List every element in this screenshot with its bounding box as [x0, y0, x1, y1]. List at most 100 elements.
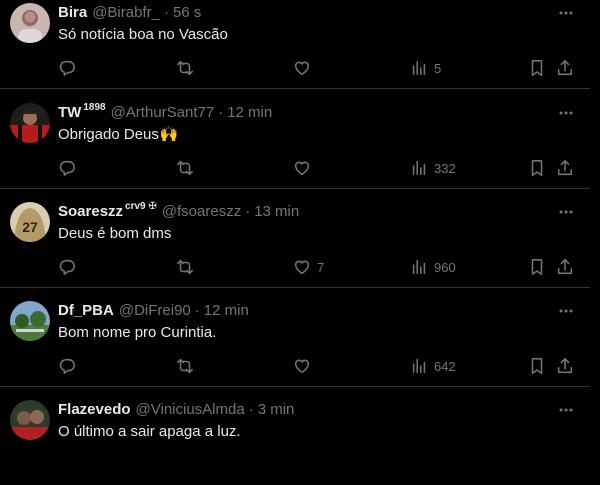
- separator: ·: [194, 302, 200, 319]
- share-icon: [557, 60, 573, 76]
- heart-icon: [294, 61, 310, 76]
- tweet[interactable]: Flazevedo @ViniciusAlmda · 3 min O últim…: [0, 387, 590, 485]
- author-name[interactable]: Df_PBA: [58, 301, 114, 321]
- share-button[interactable]: [556, 158, 574, 178]
- share-button[interactable]: [556, 58, 574, 78]
- like-button[interactable]: 7: [293, 257, 324, 277]
- views-icon: [412, 358, 426, 374]
- retweet-button[interactable]: [176, 356, 194, 376]
- retweet-icon: [177, 160, 193, 176]
- tweet[interactable]: Bira @Birabfr_ · 56 s Só notícia boa no …: [0, 0, 590, 89]
- tweet-text-content: Bom nome pro Curintia.: [58, 324, 217, 341]
- avatar[interactable]: [10, 301, 50, 341]
- retweet-icon: [177, 259, 193, 275]
- views-button[interactable]: 332: [410, 158, 456, 178]
- like-button[interactable]: [293, 58, 317, 78]
- retweet-button[interactable]: [176, 58, 194, 78]
- reply-button[interactable]: [58, 257, 76, 277]
- reply-button[interactable]: [58, 158, 76, 178]
- bookmark-button[interactable]: [528, 257, 546, 277]
- views-icon: [412, 259, 426, 275]
- name-badge: 1898: [83, 102, 106, 113]
- share-icon: [557, 259, 573, 275]
- like-button[interactable]: [293, 356, 317, 376]
- bookmark-button[interactable]: [528, 356, 546, 376]
- avatar[interactable]: [10, 400, 50, 440]
- author-name[interactable]: Soareszz: [58, 202, 123, 222]
- author-handle[interactable]: @DiFrei90: [119, 301, 191, 321]
- bookmark-button[interactable]: [528, 58, 546, 78]
- views-button[interactable]: 642: [410, 356, 456, 376]
- heart-icon: [294, 161, 310, 176]
- author-handle[interactable]: @ArthurSant77: [111, 103, 215, 123]
- more-icon[interactable]: [556, 3, 576, 23]
- tweet-text-content: Deus é bom dms: [58, 225, 172, 242]
- views-button[interactable]: 5: [410, 58, 441, 78]
- separator: ·: [248, 401, 254, 418]
- tweet-header: Soareszz crv9 ✠ @fsoareszz · 13 min: [58, 201, 299, 222]
- views-count: 642: [434, 358, 456, 374]
- share-button[interactable]: [556, 257, 574, 277]
- tweet-header: Bira @Birabfr_ · 56 s: [58, 3, 201, 23]
- avatar[interactable]: 27: [10, 202, 50, 242]
- views-count: 960: [434, 259, 456, 275]
- svg-text:27: 27: [22, 219, 38, 235]
- share-icon: [557, 160, 573, 176]
- reply-button[interactable]: [58, 356, 76, 376]
- tweet[interactable]: Df_PBA @DiFrei90 · 12 min Bom nome pro C…: [0, 288, 590, 387]
- retweet-button[interactable]: [176, 257, 194, 277]
- tweet-text-content: O último a sair apaga a luz.: [58, 423, 241, 440]
- like-button[interactable]: [293, 158, 317, 178]
- tweet-header: Flazevedo @ViniciusAlmda · 3 min: [58, 400, 294, 420]
- tweet-header: TW 1898 @ArthurSant77 · 12 min: [58, 102, 272, 123]
- retweet-button[interactable]: [176, 158, 194, 178]
- more-icon[interactable]: [556, 103, 576, 123]
- retweet-icon: [177, 60, 193, 76]
- views-icon: [412, 60, 426, 76]
- reply-button[interactable]: [58, 58, 76, 78]
- separator: ·: [245, 203, 251, 220]
- avatar[interactable]: [10, 3, 50, 43]
- more-icon[interactable]: [556, 400, 576, 420]
- tweet-text: Obrigado Deus🙌: [58, 125, 179, 145]
- tweet-text-content: Só notícia boa no Vascão: [58, 26, 228, 43]
- author-handle[interactable]: @ViniciusAlmda: [136, 400, 245, 420]
- timestamp[interactable]: 56 s: [173, 3, 201, 23]
- tweet-text: O último a sair apaga a luz.: [58, 422, 241, 442]
- tweet-header: Df_PBA @DiFrei90 · 12 min: [58, 301, 249, 321]
- views-count: 5: [434, 60, 442, 76]
- tweet[interactable]: TW 1898 @ArthurSant77 · 12 min Obrigado …: [0, 90, 590, 189]
- author-name[interactable]: TW: [58, 103, 81, 123]
- more-icon[interactable]: [556, 202, 576, 222]
- author-handle[interactable]: @Birabfr_: [92, 3, 160, 23]
- share-icon: [557, 358, 573, 374]
- tweet-text: Só notícia boa no Vascão: [58, 25, 228, 45]
- timestamp[interactable]: 12 min: [204, 301, 249, 321]
- timeline: Bira @Birabfr_ · 56 s Só notícia boa no …: [0, 0, 600, 450]
- tweet-text: Deus é bom dms: [58, 224, 171, 244]
- bookmark-button[interactable]: [528, 158, 546, 178]
- heart-icon: [294, 359, 310, 374]
- more-icon[interactable]: [556, 301, 576, 321]
- timestamp[interactable]: 13 min: [254, 202, 299, 222]
- bookmark-icon: [531, 259, 543, 275]
- share-button[interactable]: [556, 356, 574, 376]
- reply-icon: [59, 60, 75, 76]
- author-handle[interactable]: @fsoareszz: [162, 202, 241, 222]
- author-name[interactable]: Bira: [58, 3, 87, 23]
- like-count: 7: [317, 259, 325, 275]
- author-name[interactable]: Flazevedo: [58, 400, 131, 420]
- bookmark-icon: [531, 60, 543, 76]
- bookmark-icon: [531, 358, 543, 374]
- views-button[interactable]: 960: [410, 257, 456, 277]
- reply-icon: [59, 160, 75, 176]
- tweet[interactable]: 27 Soareszz crv9 ✠ @fsoareszz · 13 min D…: [0, 189, 590, 288]
- views-count: 332: [434, 160, 456, 176]
- tweet-actions: 642: [0, 356, 590, 376]
- tweet-actions: 5: [0, 58, 590, 78]
- avatar[interactable]: [10, 103, 50, 143]
- tweet-actions: 332: [0, 158, 590, 178]
- bookmark-icon: [531, 160, 543, 176]
- timestamp[interactable]: 3 min: [258, 400, 295, 420]
- timestamp[interactable]: 12 min: [227, 103, 272, 123]
